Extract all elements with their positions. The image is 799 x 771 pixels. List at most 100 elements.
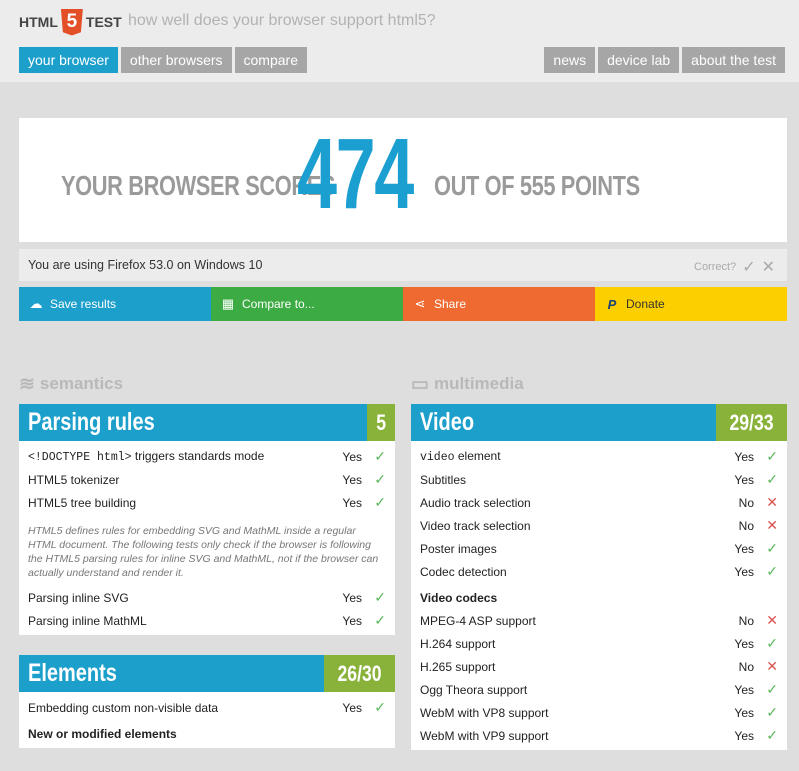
row-label: MPEG-4 ASP support bbox=[420, 613, 536, 628]
cloud-upload-icon: ☁ bbox=[29, 296, 43, 311]
row-label: WebM with VP9 support bbox=[420, 728, 549, 743]
check-icon: ✓ bbox=[374, 699, 386, 715]
row-result: Yes bbox=[734, 636, 754, 651]
test-row[interactable]: video element Yes ✓ bbox=[420, 445, 778, 468]
row-label: Parsing inline MathML bbox=[28, 613, 147, 628]
check-icon: ✓ bbox=[766, 635, 778, 651]
section-score: 29/33 bbox=[729, 410, 774, 435]
user-agent-text: You are using Firefox 53.0 on Windows 10 bbox=[28, 258, 263, 272]
row-result: Yes bbox=[342, 590, 362, 605]
row-result: Yes bbox=[734, 449, 754, 464]
share-label: Share bbox=[434, 297, 467, 311]
section-header-elements[interactable]: Elements 26/30 bbox=[19, 655, 395, 692]
cross-icon: ✕ bbox=[766, 494, 778, 510]
section-score: 26/30 bbox=[337, 661, 382, 686]
test-row[interactable]: Codec detection Yes ✓ bbox=[420, 560, 778, 583]
section-body-elements: Embedding custom non-visible data Yes ✓ … bbox=[19, 692, 395, 748]
compare-to-button[interactable]: ▦ Compare to... bbox=[211, 287, 403, 321]
section-title: Video bbox=[420, 408, 475, 436]
row-label: HTML5 tokenizer bbox=[28, 472, 120, 487]
film-icon: ▭ bbox=[411, 373, 429, 395]
semantics-column: ≋ semantics Parsing rules 5 <!DOCTYPE ht… bbox=[19, 372, 395, 748]
tab-about-the-test[interactable]: about the test bbox=[682, 47, 785, 73]
test-row[interactable]: WebM with VP8 support Yes ✓ bbox=[420, 701, 778, 724]
test-row[interactable]: Audio track selection No ✕ bbox=[420, 491, 778, 514]
check-icon: ✓ bbox=[374, 612, 386, 628]
check-icon: ✓ bbox=[766, 563, 778, 579]
action-bar: ☁ Save results ▦ Compare to... ⋖ Share P… bbox=[19, 287, 787, 321]
test-row[interactable]: H.265 support No ✕ bbox=[420, 655, 778, 678]
score-panel: YOUR BROWSER SCORES 474 OUT OF 555 POINT… bbox=[19, 118, 787, 242]
layers-icon: ≋ bbox=[19, 373, 35, 395]
test-row[interactable]: WebM with VP9 support Yes ✓ bbox=[420, 724, 778, 747]
test-row[interactable]: MPEG-4 ASP support No ✕ bbox=[420, 609, 778, 632]
test-row[interactable]: Poster images Yes ✓ bbox=[420, 537, 778, 560]
test-row[interactable]: Video track selection No ✕ bbox=[420, 514, 778, 537]
row-label: Ogg Theora support bbox=[420, 682, 528, 697]
row-label: Poster images bbox=[420, 541, 497, 556]
cross-icon: ✕ bbox=[766, 517, 778, 533]
test-row[interactable]: Parsing inline SVG Yes ✓ bbox=[28, 586, 386, 609]
test-row[interactable]: <!DOCTYPE html> triggers standards mode … bbox=[28, 445, 386, 468]
row-label: Audio track selection bbox=[420, 495, 531, 510]
secondary-nav: news device lab about the test bbox=[544, 47, 785, 73]
row-result: No bbox=[738, 495, 754, 510]
row-result: Yes bbox=[342, 472, 362, 487]
tab-news[interactable]: news bbox=[544, 47, 596, 73]
category-label: multimedia bbox=[433, 374, 524, 393]
test-row[interactable]: Subtitles Yes ✓ bbox=[420, 468, 778, 491]
donate-label: Donate bbox=[626, 297, 665, 311]
user-agent-bar: You are using Firefox 53.0 on Windows 10… bbox=[19, 249, 787, 281]
multimedia-column: ▭ multimedia Video 29/33 video element Y… bbox=[411, 372, 787, 750]
cross-icon: ✕ bbox=[766, 612, 778, 628]
primary-nav: your browser other browsers compare bbox=[19, 47, 307, 73]
code-label: <!DOCTYPE html> bbox=[28, 451, 132, 464]
check-icon: ✓ bbox=[374, 494, 386, 510]
reject-cross-icon[interactable]: ✕ bbox=[762, 257, 775, 277]
row-result: Yes bbox=[342, 700, 362, 715]
correct-prompt: Correct? ✓ ✕ bbox=[694, 257, 775, 277]
row-result: Yes bbox=[342, 495, 362, 510]
check-icon: ✓ bbox=[766, 681, 778, 697]
test-row[interactable]: HTML5 tokenizer Yes ✓ bbox=[28, 468, 386, 491]
subsection-heading: New or modified elements bbox=[28, 727, 177, 741]
row-result: No bbox=[738, 613, 754, 628]
donate-button[interactable]: P Donate bbox=[595, 287, 787, 321]
tab-other-browsers[interactable]: other browsers bbox=[120, 47, 232, 73]
row-label: H.265 support bbox=[420, 659, 496, 674]
row-result: No bbox=[738, 659, 754, 674]
row-result: Yes bbox=[342, 613, 362, 628]
section-note: HTML5 defines rules for embedding SVG an… bbox=[28, 525, 379, 579]
row-label: HTML5 tree building bbox=[28, 495, 137, 510]
confirm-check-icon[interactable]: ✓ bbox=[742, 257, 755, 277]
row-label: Embedding custom non-visible data bbox=[28, 700, 219, 715]
site-tagline: how well does your browser support html5… bbox=[128, 12, 436, 29]
share-button[interactable]: ⋖ Share bbox=[403, 287, 595, 321]
site-logo[interactable]: HTML 5 TEST bbox=[19, 8, 122, 36]
test-row[interactable]: Parsing inline MathML Yes ✓ bbox=[28, 609, 386, 632]
test-row[interactable]: HTML5 tree building Yes ✓ bbox=[28, 491, 386, 514]
category-semantics: ≋ semantics bbox=[19, 372, 395, 396]
score-suffix: OUT OF 555 POINTS bbox=[434, 170, 640, 201]
check-icon: ✓ bbox=[766, 540, 778, 556]
tab-compare[interactable]: compare bbox=[234, 47, 307, 73]
logo-text-left: HTML bbox=[19, 14, 58, 30]
test-row[interactable]: Ogg Theora support Yes ✓ bbox=[420, 678, 778, 701]
row-result: Yes bbox=[734, 728, 754, 743]
check-icon: ✓ bbox=[374, 448, 386, 464]
category-label: semantics bbox=[39, 374, 124, 393]
section-score: 5 bbox=[375, 410, 386, 435]
tab-your-browser[interactable]: your browser bbox=[19, 47, 118, 73]
section-header-parsing[interactable]: Parsing rules 5 bbox=[19, 404, 395, 441]
row-label: Video track selection bbox=[420, 518, 531, 533]
logo-badge: 5 bbox=[66, 11, 78, 32]
section-body-parsing: <!DOCTYPE html> triggers standards mode … bbox=[19, 441, 395, 635]
test-row[interactable]: Embedding custom non-visible data Yes ✓ bbox=[28, 696, 386, 719]
section-header-video[interactable]: Video 29/33 bbox=[411, 404, 787, 441]
test-row[interactable]: H.264 support Yes ✓ bbox=[420, 632, 778, 655]
row-label: triggers standards mode bbox=[131, 449, 265, 463]
html5-shield-icon: 5 bbox=[60, 8, 83, 36]
save-results-button[interactable]: ☁ Save results bbox=[19, 287, 211, 321]
tab-device-lab[interactable]: device lab bbox=[598, 47, 680, 73]
row-result: Yes bbox=[734, 705, 754, 720]
